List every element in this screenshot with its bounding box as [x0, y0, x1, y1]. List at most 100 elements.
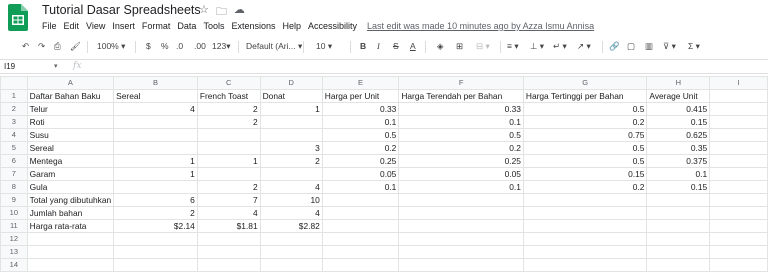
cell-c12[interactable]: [196, 232, 261, 246]
last-edit-link[interactable]: Last edit was made 10 minutes ago by Azz…: [367, 21, 594, 31]
cell-a2[interactable]: Telur: [26, 102, 115, 116]
cell-h1[interactable]: Average Unit: [646, 89, 711, 103]
row-header[interactable]: 12: [0, 232, 28, 246]
row-header[interactable]: 14: [0, 258, 28, 272]
cell-a5[interactable]: Sereal: [26, 141, 115, 155]
fill-color-icon[interactable]: ◈: [437, 41, 444, 52]
cell-a4[interactable]: Susu: [26, 128, 115, 142]
cell-e10[interactable]: [321, 206, 400, 220]
menu-view[interactable]: View: [86, 21, 105, 31]
cell-a13[interactable]: [26, 245, 115, 259]
cell-h6[interactable]: 0.375: [646, 154, 711, 168]
cell-d5[interactable]: 3: [259, 141, 323, 155]
cell-g12[interactable]: [522, 232, 648, 246]
menu-help[interactable]: Help: [282, 21, 301, 31]
column-header-g[interactable]: G: [522, 76, 648, 90]
cell-d10[interactable]: 4: [259, 206, 323, 220]
formula-input[interactable]: [90, 62, 760, 72]
menu-file[interactable]: File: [42, 21, 57, 31]
cell-b1[interactable]: Sereal: [113, 89, 198, 103]
cell-h11[interactable]: [646, 219, 711, 233]
cell-e14[interactable]: [321, 258, 400, 272]
merge-cells-icon[interactable]: ⊟ ▾: [476, 41, 490, 52]
print-icon[interactable]: ⎙: [54, 41, 61, 52]
cell-i14[interactable]: [709, 258, 768, 272]
cell-e1[interactable]: Harga per Unit: [321, 89, 400, 103]
cell-f8[interactable]: 0.1: [398, 180, 524, 194]
cell-g11[interactable]: [522, 219, 648, 233]
cell-e7[interactable]: 0.05: [321, 167, 400, 181]
document-title[interactable]: Tutorial Dasar Spreadsheets: [42, 3, 201, 17]
cell-i5[interactable]: [709, 141, 768, 155]
cell-g5[interactable]: 0.5: [522, 141, 648, 155]
cell-e11[interactable]: [321, 219, 400, 233]
cell-c9[interactable]: 7: [196, 193, 261, 207]
decrease-decimal-button[interactable]: .0: [176, 41, 183, 51]
row-header[interactable]: 4: [0, 128, 28, 142]
cell-f6[interactable]: 0.25: [398, 154, 524, 168]
cell-i2[interactable]: [709, 102, 768, 116]
column-header-c[interactable]: C: [196, 76, 261, 90]
cell-f1[interactable]: Harga Terendah per Bahan: [398, 89, 524, 103]
cell-i3[interactable]: [709, 115, 768, 129]
row-header[interactable]: 9: [0, 193, 28, 207]
menu-edit[interactable]: Edit: [64, 21, 80, 31]
row-header[interactable]: 2: [0, 102, 28, 116]
cell-i8[interactable]: [709, 180, 768, 194]
cell-e3[interactable]: 0.1: [321, 115, 400, 129]
cell-b9[interactable]: 6: [113, 193, 198, 207]
cell-c8[interactable]: 2: [196, 180, 261, 194]
cell-h10[interactable]: [646, 206, 711, 220]
font-size-select[interactable]: 10 ▾: [316, 41, 332, 52]
row-header[interactable]: 13: [0, 245, 28, 259]
column-header-f[interactable]: F: [398, 76, 524, 90]
cell-b7[interactable]: 1: [113, 167, 198, 181]
cell-g3[interactable]: 0.2: [522, 115, 648, 129]
cell-c6[interactable]: 1: [196, 154, 261, 168]
cell-a6[interactable]: Mentega: [26, 154, 115, 168]
cell-b12[interactable]: [113, 232, 198, 246]
zoom-select[interactable]: 100% ▾: [97, 41, 125, 52]
cell-g2[interactable]: 0.5: [522, 102, 648, 116]
cell-d2[interactable]: 1: [259, 102, 323, 116]
cell-i7[interactable]: [709, 167, 768, 181]
column-header-d[interactable]: D: [259, 76, 323, 90]
insert-chart-icon[interactable]: ▥: [645, 41, 653, 52]
cell-i4[interactable]: [709, 128, 768, 142]
cell-h3[interactable]: 0.15: [646, 115, 711, 129]
cell-f11[interactable]: [398, 219, 524, 233]
row-header[interactable]: 10: [0, 206, 28, 220]
row-header[interactable]: 8: [0, 180, 28, 194]
paint-format-icon[interactable]: 🖌: [70, 41, 81, 52]
row-header[interactable]: 7: [0, 167, 28, 181]
cell-c11[interactable]: $1.81: [196, 219, 261, 233]
column-header-a[interactable]: A: [26, 76, 115, 90]
cloud-status-icon[interactable]: ☁: [234, 3, 245, 22]
font-select[interactable]: Default (Ari... ▾: [246, 41, 302, 52]
cell-b13[interactable]: [113, 245, 198, 259]
column-header-b[interactable]: B: [113, 76, 198, 90]
cell-h14[interactable]: [646, 258, 711, 272]
vertical-align-icon[interactable]: ⊥ ▾: [530, 41, 544, 52]
cell-g7[interactable]: 0.15: [522, 167, 648, 181]
cell-a7[interactable]: Garam: [26, 167, 115, 181]
cell-i10[interactable]: [709, 206, 768, 220]
cell-e12[interactable]: [321, 232, 400, 246]
cell-e9[interactable]: [321, 193, 400, 207]
cell-c5[interactable]: [196, 141, 261, 155]
increase-decimal-button[interactable]: .00: [194, 41, 206, 51]
cell-a14[interactable]: [26, 258, 115, 272]
cell-d14[interactable]: [259, 258, 323, 272]
cell-c10[interactable]: 4: [196, 206, 261, 220]
cell-f12[interactable]: [398, 232, 524, 246]
cell-b3[interactable]: [113, 115, 198, 129]
insert-comment-icon[interactable]: ▢: [627, 41, 635, 52]
cell-a12[interactable]: [26, 232, 115, 246]
text-color-button[interactable]: A: [410, 41, 416, 51]
cell-e6[interactable]: 0.25: [321, 154, 400, 168]
cell-g9[interactable]: [522, 193, 648, 207]
cell-h13[interactable]: [646, 245, 711, 259]
cell-d4[interactable]: [259, 128, 323, 142]
cell-g14[interactable]: [522, 258, 648, 272]
cell-f13[interactable]: [398, 245, 524, 259]
